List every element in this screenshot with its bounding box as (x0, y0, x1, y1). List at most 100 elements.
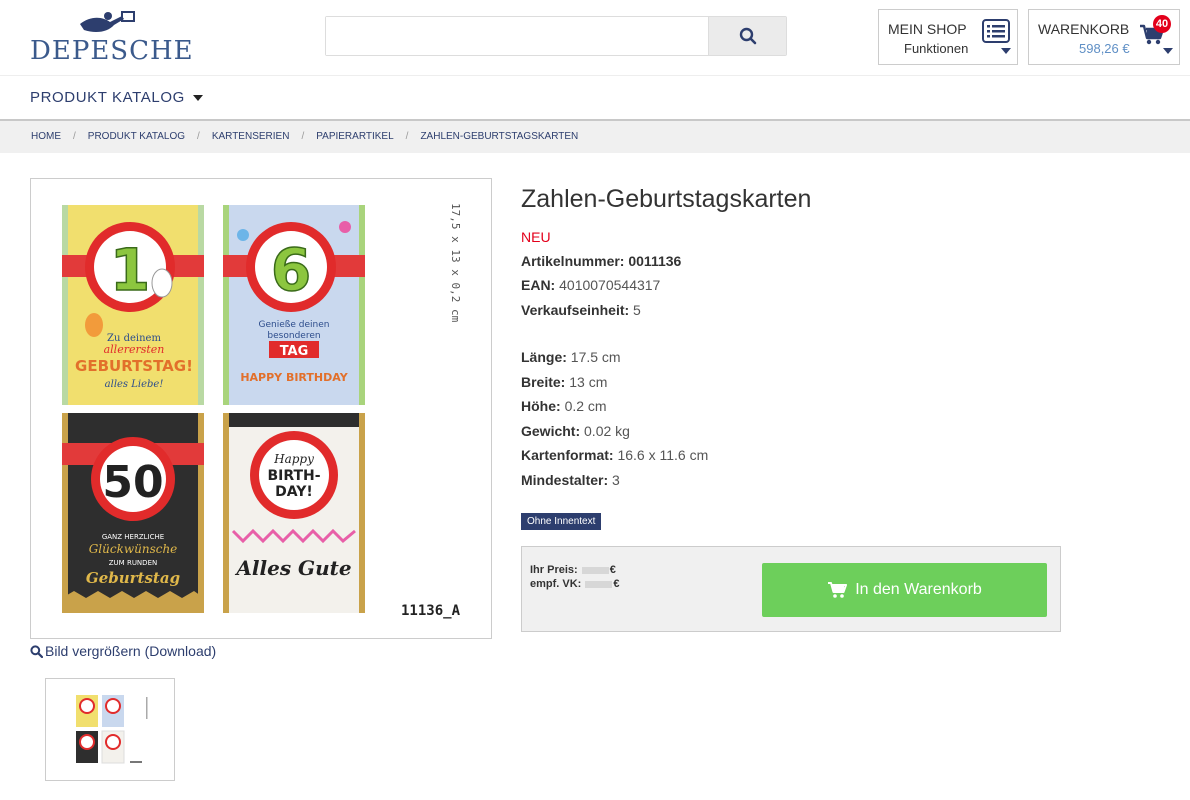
breadcrumb-bar: HOME / PRODUKT KATALOG / KARTENSERIEN / PAP… (0, 119, 1190, 153)
spec-row: Kartenformat: 16.6 x 11.6 cm (521, 447, 708, 463)
spec-row: Höhe: 0.2 cm (521, 398, 607, 414)
svg-text:6: 6 (271, 236, 311, 304)
breadcrumb: HOME / PRODUKT KATALOG / KARTENSERIEN / PAP… (31, 131, 578, 142)
card-1-text: allerersten (104, 343, 165, 356)
card-image-4: Happy BIRTH- DAY! Alles Gute (223, 413, 365, 613)
price-box: Ihr Preis: € empf. VK: € In den Warenkor… (521, 546, 1061, 632)
card-3-text: GANZ HERZLICHE (102, 533, 164, 541)
spec-label: Mindestalter: (521, 472, 609, 488)
breadcrumb-item[interactable]: HOME (31, 131, 61, 142)
spec-label: Gewicht: (521, 423, 581, 439)
spec-label: Höhe: (521, 398, 561, 414)
breadcrumb-item[interactable]: KARTENSERIEN (212, 131, 290, 142)
search-icon (739, 27, 756, 45)
our-price-row: Ihr Preis: € (530, 564, 616, 576)
product-title: Zahlen-Geburtstagskarten (521, 185, 812, 213)
caret-down-icon (192, 94, 203, 101)
breadcrumb-item[interactable]: PRODUKT KATALOG (88, 131, 185, 142)
card-image-1: 1 Zu deinem allerersten GEBURTSTAG! alle… (62, 205, 204, 405)
breadcrumb-separator: / (73, 131, 76, 142)
search-bar (325, 16, 787, 56)
ean-label: EAN: (521, 277, 556, 293)
list-icon (982, 19, 1010, 43)
card-3-number: 50 (102, 457, 163, 508)
chevron-down-icon (1001, 48, 1011, 54)
my-shop-button[interactable]: MEIN SHOP Funktionen (878, 9, 1018, 65)
card-4-text: Alles Gute (234, 556, 351, 580)
card-image-2: 6 Genieße deinen besonderen TAG HAPPY BI… (223, 205, 365, 405)
zoom-image-label: Bild vergrößern (Download) (45, 643, 217, 659)
article-number-row: Artikelnummer: 0011136 (521, 253, 681, 269)
search-button[interactable] (708, 17, 786, 55)
site-header: DEPESCHE MEIN SHOP Funktionen WARENKORB … (0, 0, 1190, 75)
breadcrumb-separator: / (405, 131, 409, 142)
my-shop-subtitle: Funktionen (904, 41, 969, 56)
article-code-label: 11136_A (401, 603, 461, 619)
spec-value: 3 (612, 472, 620, 488)
brand-name: DEPESCHE (30, 36, 194, 66)
product-main-image[interactable]: 1 Zu deinem allerersten GEBURTSTAG! alle… (30, 178, 492, 639)
card-image-3: 50 GANZ HERZLICHE Glückwünsche ZUM RUNDE… (62, 413, 204, 613)
add-to-cart-label: In den Warenkorb (855, 581, 982, 598)
add-to-cart-button[interactable]: In den Warenkorb (762, 563, 1047, 617)
new-badge: NEU (521, 229, 551, 245)
search-input[interactable] (326, 17, 709, 55)
rrp-label: empf. VK: (530, 578, 582, 590)
product-thumbnail[interactable] (45, 678, 175, 781)
shopping-cart-icon (828, 582, 848, 598)
card-3-text: Geburtstag (86, 569, 180, 587)
price-hidden (585, 580, 613, 588)
card-3-text: Glückwünsche (89, 542, 178, 556)
cart-count-badge: 40 (1153, 15, 1171, 33)
card-2-text: HAPPY BIRTHDAY (240, 371, 348, 384)
spec-value: 0.02 kg (584, 423, 630, 439)
card-1-text: alles Liebe! (105, 379, 164, 390)
search-icon (30, 644, 43, 658)
cart-button[interactable]: WARENKORB 598,26 € 40 (1028, 9, 1180, 65)
breadcrumb-separator: / (301, 131, 305, 142)
svg-text:BIRTH-: BIRTH- (267, 468, 320, 484)
card-1-text: GEBURTSTAG! (75, 357, 193, 375)
spec-value: 16.6 x 11.6 cm (617, 447, 709, 463)
svg-text:1: 1 (110, 236, 150, 304)
brand-logo[interactable]: DEPESCHE (30, 10, 193, 66)
nav-product-catalog-label: PRODUKT KATALOG (30, 89, 185, 106)
logo-figure-icon (80, 11, 135, 33)
our-price-label: Ihr Preis: (530, 564, 578, 576)
chevron-down-icon (1163, 48, 1173, 54)
spec-value: 17.5 cm (570, 349, 621, 365)
zoom-image-link[interactable]: Bild vergrößern (Download) (30, 643, 216, 659)
currency-symbol: € (613, 578, 620, 590)
spec-row: Breite: 13 cm (521, 374, 607, 390)
rrp-row: empf. VK: € (530, 578, 619, 590)
spec-row: Gewicht: 0.02 kg (521, 423, 630, 439)
sales-unit-label: Verkaufseinheit: (521, 302, 630, 318)
sales-unit-value: 5 (633, 302, 641, 318)
ean-value: 4010070544317 (559, 277, 661, 293)
card-2-text: TAG (280, 344, 309, 359)
article-number-value: 0011136 (628, 253, 682, 269)
breadcrumb-item-current[interactable]: ZAHLEN-GEBURTSTAGSKARTEN (420, 131, 578, 142)
card-2-text: Genieße deinen (258, 320, 329, 330)
spec-label: Breite: (521, 374, 566, 390)
article-number-label: Artikelnummer: (521, 253, 625, 269)
my-shop-title: MEIN SHOP (888, 21, 967, 37)
spec-value: 0.2 cm (564, 398, 607, 414)
spec-row: Länge: 17.5 cm (521, 349, 621, 365)
breadcrumb-separator: / (197, 131, 200, 142)
price-hidden (581, 566, 609, 574)
feature-tag: Ohne Innentext (521, 513, 602, 530)
ean-row: EAN: 4010070544317 (521, 277, 660, 293)
spec-label: Länge: (521, 349, 567, 365)
currency-symbol: € (609, 564, 616, 576)
cart-total: 598,26 € (1079, 41, 1130, 56)
spec-row: Mindestalter: 3 (521, 472, 620, 488)
card-3-text: ZUM RUNDEN (109, 559, 157, 567)
svg-text:Happy: Happy (273, 452, 314, 466)
breadcrumb-item[interactable]: PAPIERARTIKEL (316, 131, 393, 142)
sales-unit-row: Verkaufseinheit: 5 (521, 302, 641, 318)
cart-title: WARENKORB (1038, 21, 1130, 37)
spec-label: Kartenformat: (521, 447, 614, 463)
nav-product-catalog[interactable]: PRODUKT KATALOG (30, 89, 203, 106)
card-2-text: besonderen (267, 331, 320, 341)
